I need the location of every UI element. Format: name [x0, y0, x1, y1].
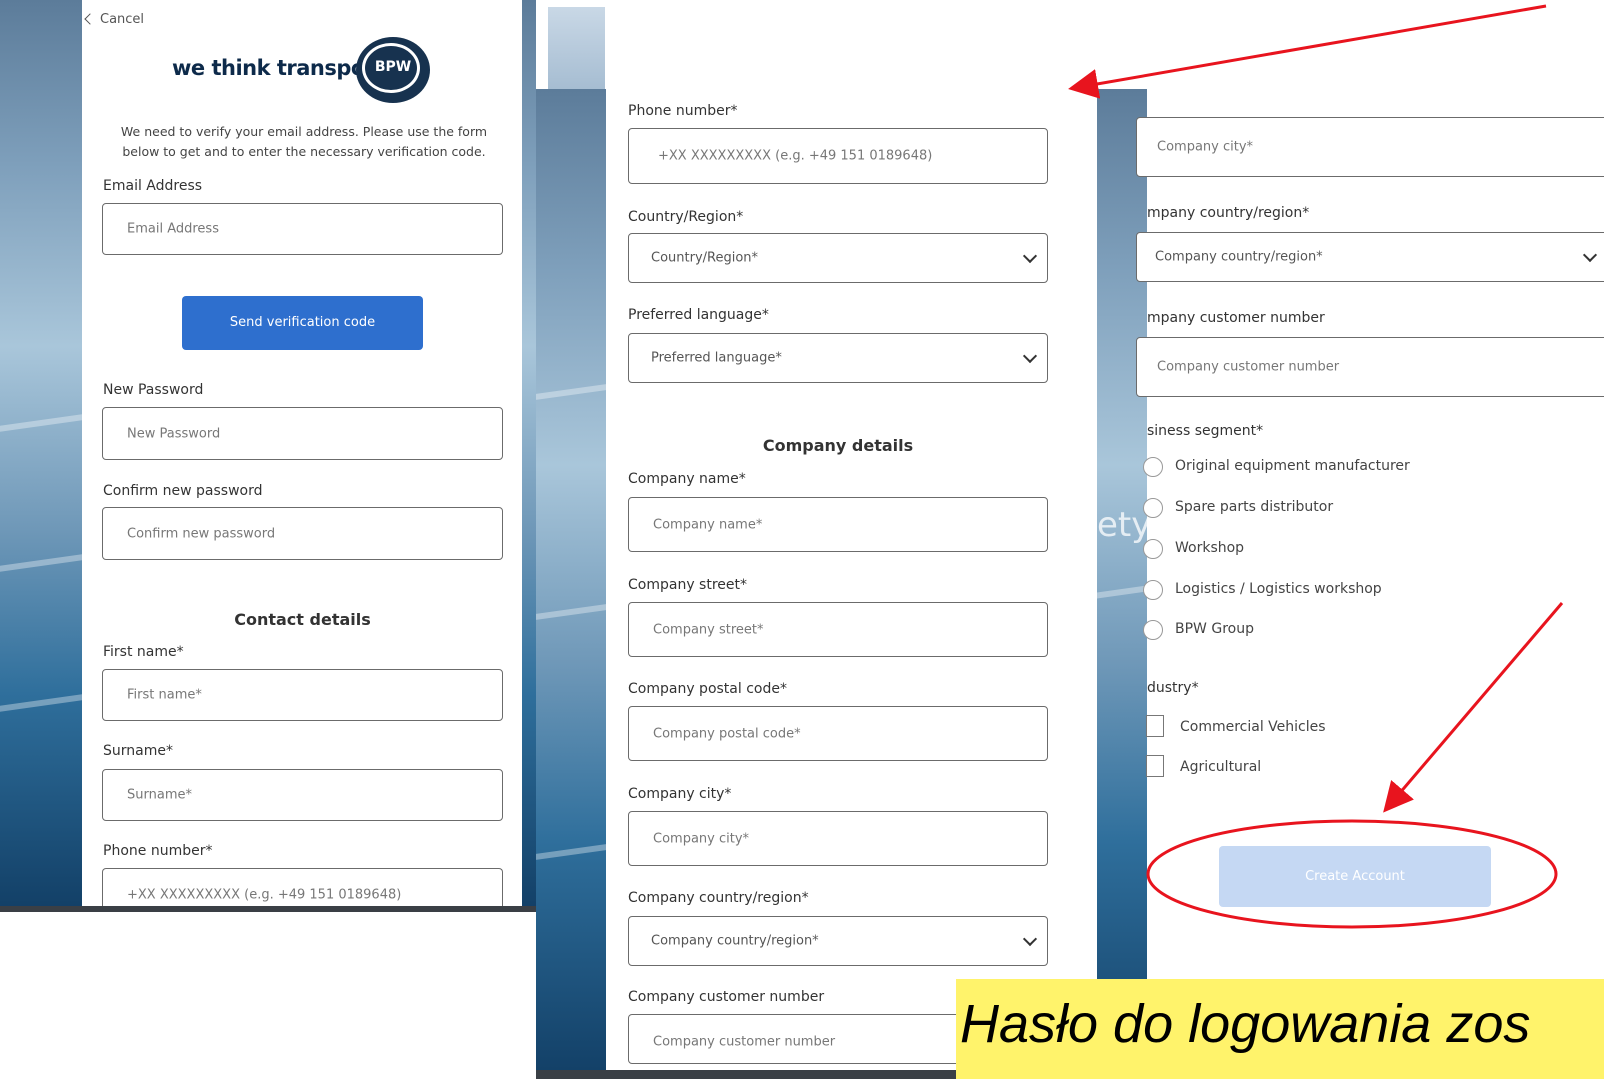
panel-bottom-border-middle: [536, 1070, 956, 1079]
bpw-logo: BPW: [356, 37, 430, 103]
chevron-down-icon: [1022, 248, 1038, 264]
company-customer-number-label-right: mpany customer number: [1147, 310, 1325, 326]
segment-option-logistics: Logistics / Logistics workshop: [1175, 581, 1382, 597]
language-label: Preferred language*: [628, 307, 769, 323]
industry-option-agricultural: Agricultural: [1180, 759, 1262, 775]
chevron-down-icon: [1582, 247, 1598, 263]
company-country-label: Company country/region*: [628, 890, 809, 906]
industry-label: dustry*: [1147, 680, 1199, 696]
note-banner-text: Hasło do logowania zos: [960, 994, 1531, 1054]
chevron-down-icon: [1022, 931, 1038, 947]
intro-text: We need to verify your email address. Pl…: [120, 124, 488, 159]
company-customer-number-field-right[interactable]: Company customer number: [1136, 337, 1604, 397]
email-placeholder: Email Address: [127, 221, 219, 237]
phone-label-left: Phone number*: [103, 843, 213, 859]
language-select-value: Preferred language*: [651, 350, 782, 366]
company-country-select-value: Company country/region*: [651, 933, 819, 949]
left-background-image-right: [522, 0, 536, 912]
surname-field[interactable]: Surname*: [102, 769, 503, 821]
new-password-placeholder: New Password: [127, 426, 221, 441]
middle-background-image-left: [536, 89, 606, 1079]
country-select-value: Country/Region*: [651, 250, 759, 266]
company-name-field[interactable]: Company name*: [628, 497, 1048, 552]
company-country-select-value-right: Company country/region*: [1155, 249, 1323, 265]
bpw-logo-text: BPW: [374, 59, 412, 75]
company-street-placeholder: Company street*: [653, 622, 764, 637]
company-customer-number-label: Company customer number: [628, 989, 825, 1005]
cancel-link[interactable]: Cancel: [84, 12, 145, 27]
company-details-heading: Company details: [762, 436, 914, 455]
industry-checkbox-agricultural[interactable]: [1146, 755, 1164, 777]
company-customer-number-placeholder: Company customer number: [653, 1034, 836, 1050]
confirm-password-field[interactable]: Confirm new password: [102, 507, 503, 560]
company-city-placeholder-right: Company city*: [1157, 139, 1254, 155]
company-city-field-right[interactable]: Company city*: [1136, 117, 1604, 177]
left-background-image: [0, 0, 82, 912]
segment-radio-logistics[interactable]: [1143, 580, 1163, 600]
note-banner: Hasło do logowania zos: [956, 979, 1604, 1079]
company-name-label: Company name*: [628, 471, 746, 487]
email-field[interactable]: Email Address: [102, 203, 503, 255]
segment-option-bpw-group: BPW Group: [1175, 621, 1254, 637]
surname-placeholder: Surname*: [127, 787, 192, 803]
first-name-placeholder: First name*: [127, 687, 202, 703]
company-city-field[interactable]: Company city*: [628, 811, 1048, 866]
send-verification-code-button[interactable]: Send verification code: [182, 296, 423, 350]
segment-radio-workshop[interactable]: [1143, 539, 1163, 559]
panel-bottom-border: [0, 906, 536, 912]
segment-radio-bpw-group[interactable]: [1143, 620, 1163, 640]
first-name-label: First name*: [103, 644, 184, 660]
brand-tagline: we think transport: [172, 56, 385, 80]
company-street-label: Company street*: [628, 577, 747, 593]
business-segment-label: siness segment*: [1147, 423, 1264, 439]
segment-radio-oem[interactable]: [1143, 457, 1163, 477]
company-country-label-right: mpany country/region*: [1147, 205, 1310, 221]
send-verification-code-label: Send verification code: [229, 315, 376, 330]
confirm-password-label: Confirm new password: [103, 483, 263, 499]
confirm-password-placeholder: Confirm new password: [127, 526, 276, 541]
create-account-button[interactable]: Create Account: [1219, 846, 1491, 907]
first-name-field[interactable]: First name*: [102, 669, 503, 721]
company-street-field[interactable]: Company street*: [628, 602, 1048, 657]
chevron-left-icon: [84, 13, 96, 25]
country-select[interactable]: Country/Region*: [628, 233, 1048, 283]
phone-placeholder-left: +XX XXXXXXXXX (e.g. +49 151 0189648): [127, 887, 402, 903]
company-city-placeholder: Company city*: [653, 831, 750, 846]
email-label: Email Address: [103, 178, 203, 194]
surname-label: Surname*: [103, 743, 173, 759]
segment-option-spare-parts: Spare parts distributor: [1175, 499, 1334, 515]
language-select[interactable]: Preferred language*: [628, 333, 1048, 383]
industry-option-commercial-vehicles: Commercial Vehicles: [1180, 719, 1326, 735]
phone-field[interactable]: +XX XXXXXXXXX (e.g. +49 151 0189648): [628, 128, 1048, 184]
cancel-label: Cancel: [100, 12, 145, 27]
create-account-label: Create Account: [1305, 869, 1405, 884]
segment-option-workshop: Workshop: [1175, 540, 1245, 556]
segment-radio-spare-parts[interactable]: [1143, 498, 1163, 518]
middle-background-image-top: [548, 7, 605, 89]
contact-details-heading: Contact details: [234, 610, 371, 629]
company-postal-code-field[interactable]: Company postal code*: [628, 706, 1048, 761]
phone-field-left[interactable]: +XX XXXXXXXXX (e.g. +49 151 0189648): [102, 868, 503, 906]
new-password-label: New Password: [103, 382, 204, 398]
new-password-field[interactable]: New Password: [102, 407, 503, 460]
phone-label: Phone number*: [628, 103, 738, 119]
company-customer-number-placeholder-right: Company customer number: [1157, 359, 1340, 375]
industry-checkbox-commercial-vehicles[interactable]: [1146, 715, 1164, 737]
country-label: Country/Region*: [628, 209, 744, 225]
company-city-label: Company city*: [628, 786, 732, 802]
company-country-select-right[interactable]: Company country/region*: [1136, 232, 1604, 282]
phone-placeholder: +XX XXXXXXXXX (e.g. +49 151 0189648): [658, 148, 933, 164]
company-country-select[interactable]: Company country/region*: [628, 916, 1048, 966]
company-postal-code-label: Company postal code*: [628, 681, 787, 697]
annotation-arrow-top: [1068, 4, 1547, 99]
segment-option-oem: Original equipment manufacturer: [1175, 458, 1410, 474]
chevron-down-icon: [1022, 348, 1038, 364]
company-name-placeholder: Company name*: [653, 517, 763, 532]
company-postal-code-placeholder: Company postal code*: [653, 726, 801, 741]
